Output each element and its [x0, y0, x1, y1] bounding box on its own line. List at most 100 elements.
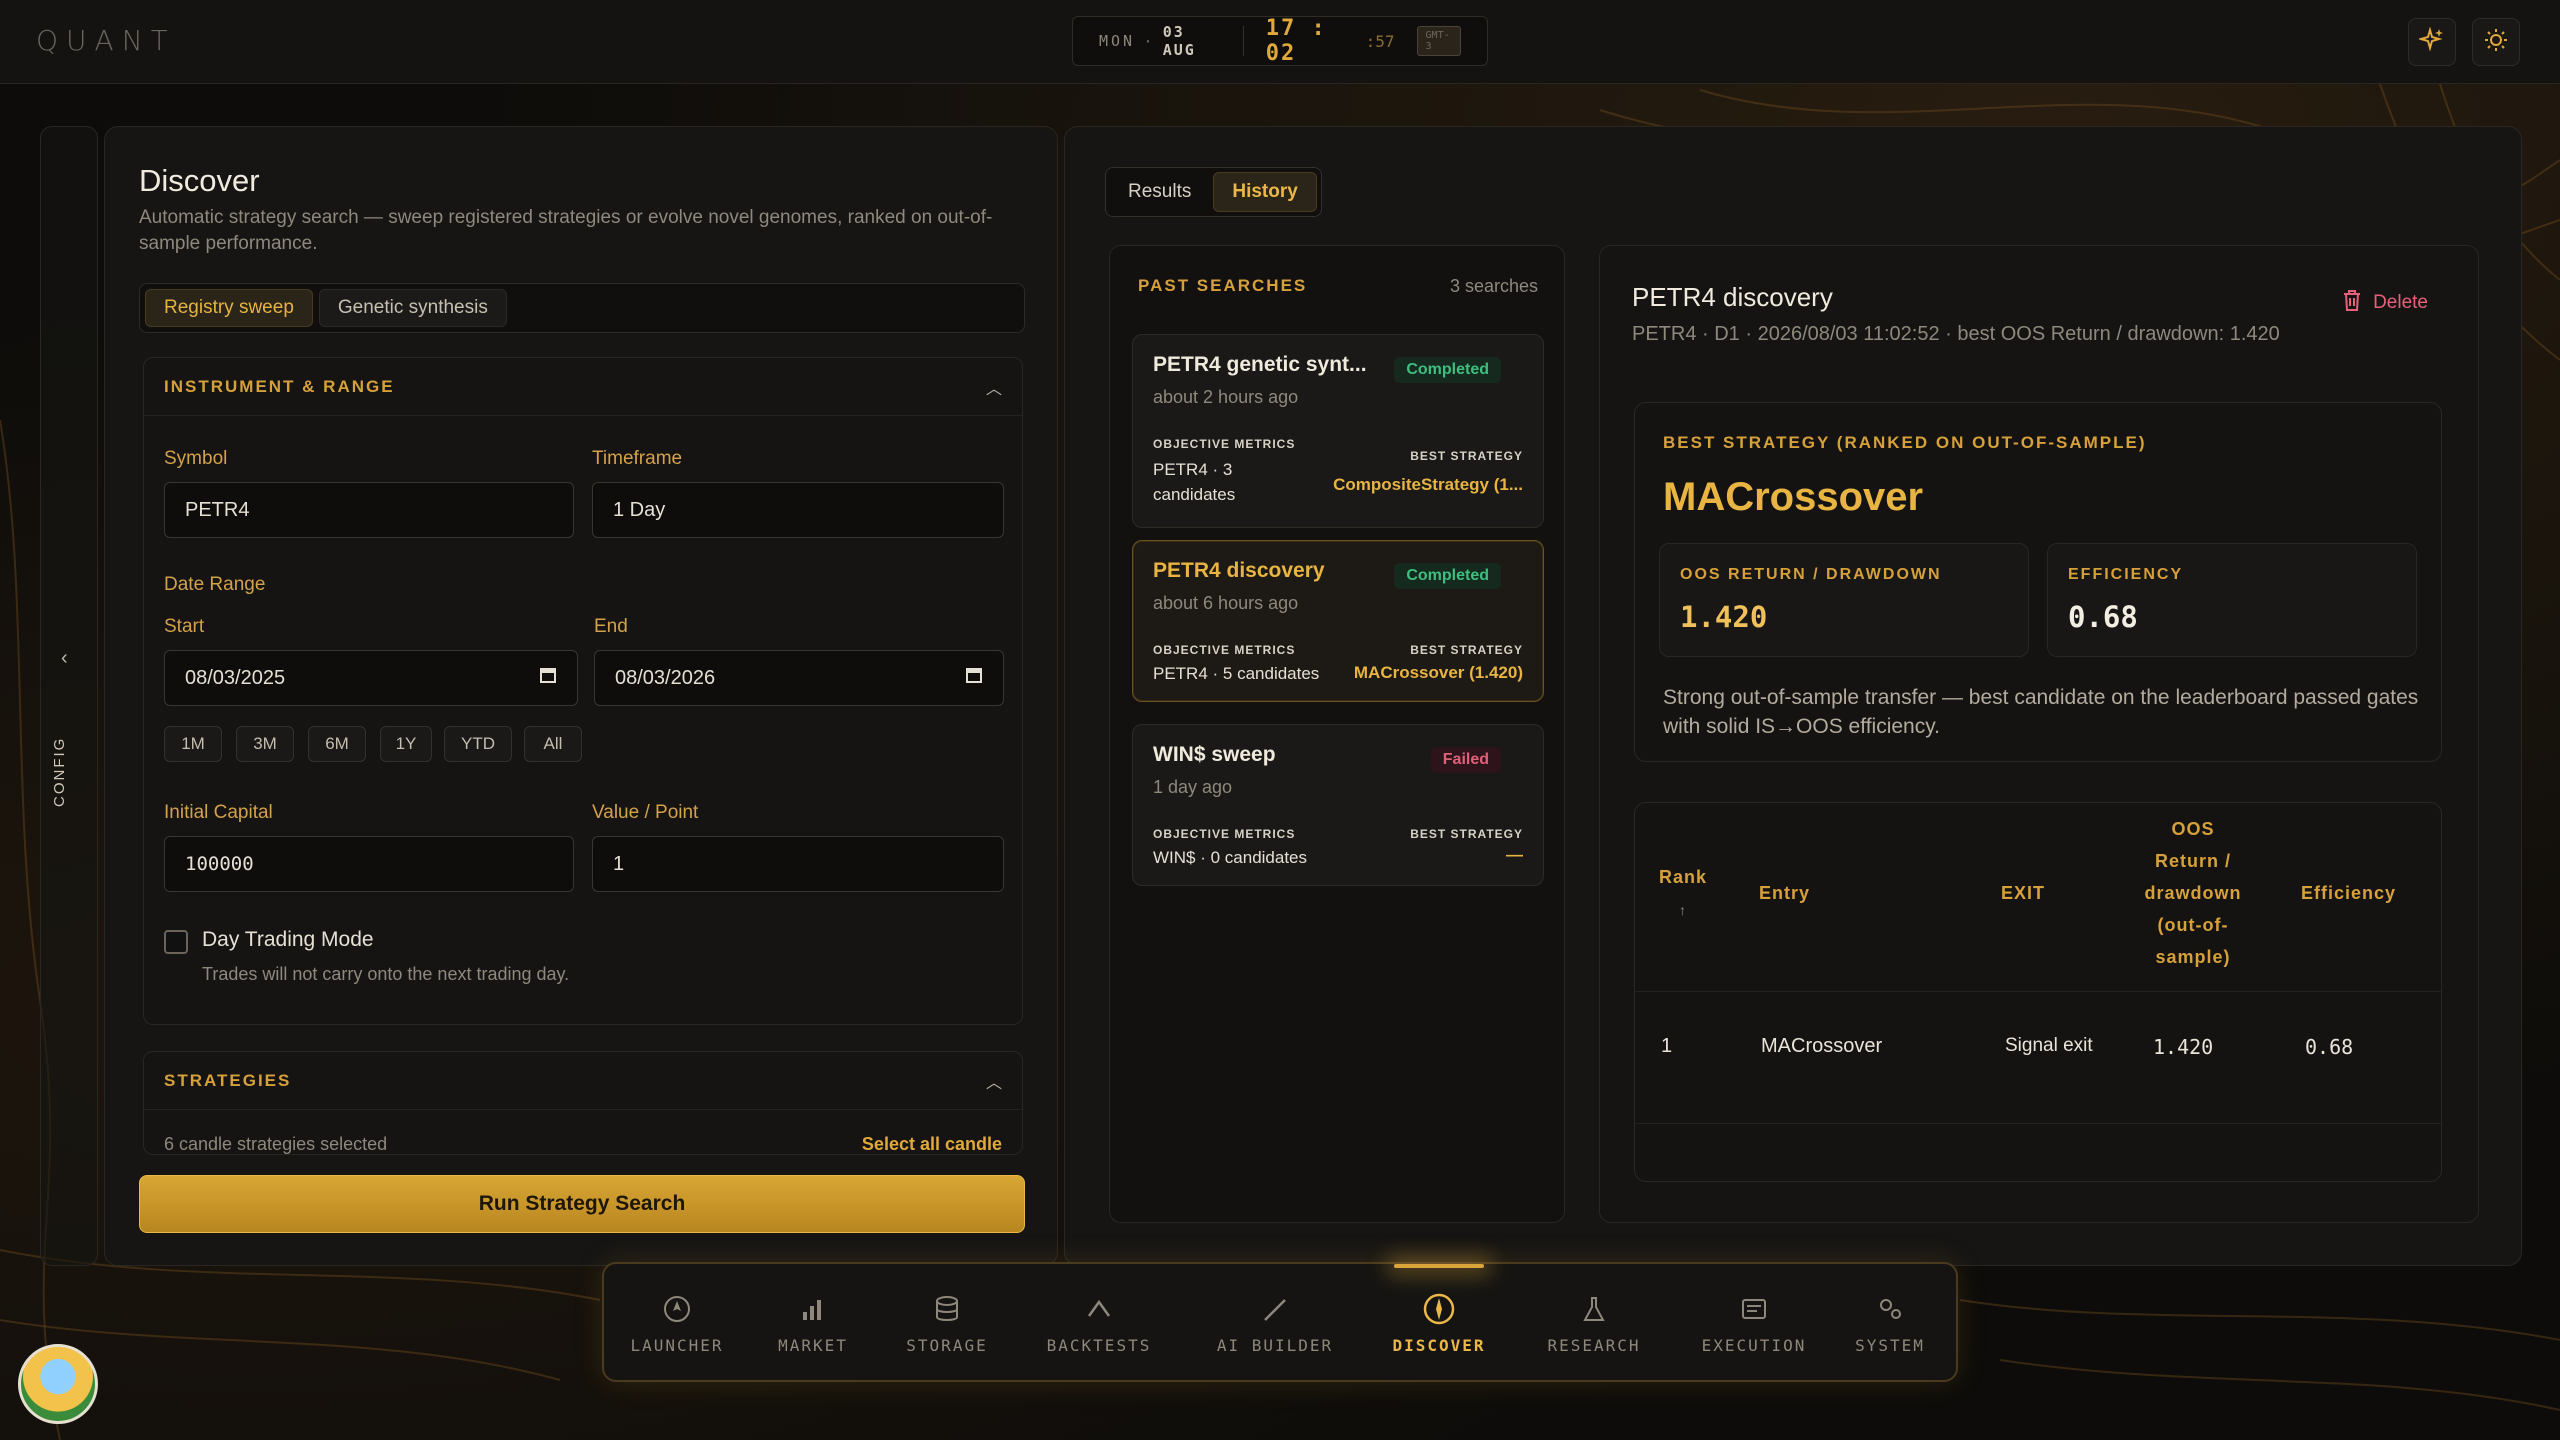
select-all-candle-link[interactable]: Select all candle [862, 1134, 1002, 1154]
clock-dot: · [1143, 31, 1153, 51]
end-label: End [594, 616, 628, 637]
range-1m-button[interactable]: 1M [164, 726, 222, 762]
discover-panel: Discover Automatic strategy search — swe… [104, 126, 1058, 1266]
config-rail[interactable]: ‹ CONFIG [40, 126, 98, 1266]
header-divider [1635, 991, 2441, 992]
dock-market[interactable]: MARKET [750, 1264, 876, 1382]
efficiency-metric-card: EFFICIENCY 0.68 [2047, 543, 2417, 657]
oos-metric-label: OOS RETURN / DRAWDOWN [1680, 566, 1942, 583]
dock-backtests[interactable]: BACKTESTS [1024, 1264, 1174, 1382]
timeframe-select[interactable]: 1 Day [592, 482, 1004, 538]
efficiency-metric-label: EFFICIENCY [2068, 566, 2184, 583]
date-range-label: Date Range [164, 574, 266, 595]
mode-genetic-synthesis[interactable]: Genetic synthesis [318, 289, 507, 327]
bar-chart-icon [796, 1292, 830, 1326]
past-searches-count: 3 searches [1449, 276, 1538, 296]
past-searches-title: PAST SEARCHES [1138, 276, 1308, 295]
sun-icon [2483, 27, 2509, 58]
search-card[interactable]: WIN$ sweep 1 day ago Failed OBJECTIVE ME… [1132, 724, 1544, 886]
results-tabs: Results History [1105, 167, 1322, 217]
range-1y-button[interactable]: 1Y [380, 726, 432, 762]
dock-label: MARKET [778, 1335, 848, 1355]
cell-efficiency: 0.68 [2305, 1035, 2354, 1059]
chevron-up-icon[interactable]: ︿ [986, 375, 1002, 399]
instrument-section-header[interactable]: INSTRUMENT & RANGE ︿ [144, 358, 1022, 416]
top-bar: QUANT MON · 03 AUG 17 : 02 :57 GMT-3 [0, 0, 2560, 84]
start-date-input[interactable]: 08/03/2025 [164, 650, 578, 706]
dock-discover[interactable]: DISCOVER [1364, 1264, 1514, 1382]
dock-storage[interactable]: STORAGE [884, 1264, 1010, 1382]
cell-oos: 1.420 [2153, 1035, 2214, 1059]
end-date-input[interactable]: 08/03/2026 [594, 650, 1004, 706]
theme-toggle-button[interactable] [2472, 18, 2520, 66]
value-point-input[interactable]: 1 [592, 836, 1004, 892]
gears-icon [1873, 1292, 1907, 1326]
search-time: about 2 hours ago [1153, 387, 1299, 407]
range-3m-button[interactable]: 3M [236, 726, 294, 762]
user-avatar[interactable] [18, 1344, 98, 1424]
search-time: 1 day ago [1153, 777, 1233, 797]
dock-ai-builder[interactable]: AI BUILDER [1190, 1264, 1360, 1382]
search-card[interactable]: PETR4 genetic synt... about 2 hours ago … [1132, 334, 1544, 528]
range-ytd-button[interactable]: YTD [444, 726, 512, 762]
column-header-efficiency: Efficiency [2301, 883, 2397, 903]
column-header-entry: Entry [1759, 883, 1811, 903]
best-strategy-note: Strong out-of-sample transfer — best can… [1663, 686, 2419, 738]
search-card-selected[interactable]: PETR4 discovery about 6 hours ago Comple… [1132, 540, 1544, 702]
symbol-label: Symbol [164, 448, 228, 469]
dock-launcher[interactable]: LAUNCHER [614, 1264, 740, 1382]
past-searches-panel: PAST SEARCHES 3 searches PETR4 genetic s… [1109, 245, 1565, 1223]
start-label: Start [164, 616, 205, 637]
best-strategy-card: BEST STRATEGY (RANKED ON OUT-OF-SAMPLE) … [1634, 402, 2442, 762]
end-date-value: 08/03/2026 [615, 666, 716, 689]
initial-capital-input[interactable]: 100000 [164, 836, 574, 892]
dock-research[interactable]: RESEARCH [1524, 1264, 1664, 1382]
tab-history[interactable]: History [1213, 172, 1317, 212]
best-strategy-name: MACrossover [1663, 475, 1924, 519]
start-date-value: 08/03/2025 [185, 666, 286, 689]
best-strategy-value: CompositeStrategy (1... [1333, 475, 1523, 494]
column-header-rank[interactable]: Rank ↑ [1657, 861, 1709, 926]
calendar-icon[interactable] [965, 666, 983, 690]
dock-execution[interactable]: EXECUTION [1674, 1264, 1834, 1382]
detail-subtitle: PETR4 · D1 · 2026/08/03 11:02:52 · best … [1632, 323, 2280, 345]
terminal-icon [1737, 1292, 1771, 1326]
calendar-icon[interactable] [539, 666, 557, 690]
strategies-selected-count: 6 candle strategies selected [164, 1134, 388, 1154]
objective-metrics-label: OBJECTIVE METRICS [1153, 437, 1296, 451]
objective-value: PETR4 · 5 candidates [1153, 664, 1320, 683]
timezone-badge: GMT-3 [1416, 26, 1461, 56]
delete-button[interactable]: Delete [2341, 288, 2428, 318]
chevron-up-icon[interactable]: ︿ [986, 1069, 1002, 1093]
ai-sparkle-button[interactable] [2408, 18, 2456, 66]
sparkle-icon [2417, 25, 2445, 58]
best-strategy-title: BEST STRATEGY (RANKED ON OUT-OF-SAMPLE) [1663, 433, 2147, 452]
wand-icon [1258, 1292, 1292, 1326]
dock-label: AI BUILDER [1216, 1335, 1334, 1355]
efficiency-metric-value: 0.68 [2068, 600, 2138, 634]
page-title: Discover [139, 163, 260, 198]
day-trading-label: Day Trading Mode [202, 928, 374, 951]
dock-label: RESEARCH [1547, 1335, 1641, 1355]
clock-day: MON [1099, 32, 1136, 50]
tab-results[interactable]: Results [1110, 172, 1209, 212]
chevron-left-icon[interactable]: ‹ [61, 647, 68, 670]
day-trading-checkbox[interactable] [164, 930, 188, 954]
search-name: WIN$ sweep [1153, 743, 1276, 766]
dock-label: DISCOVER [1392, 1335, 1486, 1355]
clock-seconds: :57 [1365, 31, 1395, 51]
rank-header-label: Rank [1658, 867, 1707, 887]
symbol-input[interactable]: PETR4 [164, 482, 574, 538]
sort-arrow-icon: ↑ [1679, 902, 1687, 918]
best-strategy-label: BEST STRATEGY [1410, 827, 1523, 841]
run-strategy-search-button[interactable]: Run Strategy Search [139, 1175, 1025, 1233]
strategies-section-header[interactable]: STRATEGIES ︿ [144, 1052, 1022, 1110]
dock-label: BACKTESTS [1046, 1335, 1152, 1355]
range-6m-button[interactable]: 6M [308, 726, 366, 762]
detail-title: PETR4 discovery [1632, 282, 1833, 312]
range-all-button[interactable]: All [524, 726, 582, 762]
mode-registry-sweep[interactable]: Registry sweep [145, 289, 313, 327]
mode-switch: Registry sweep Genetic synthesis [139, 283, 1025, 333]
search-detail-panel: PETR4 discovery PETR4 · D1 · 2026/08/03 … [1599, 245, 2479, 1223]
dock-system[interactable]: SYSTEM [1830, 1264, 1950, 1382]
